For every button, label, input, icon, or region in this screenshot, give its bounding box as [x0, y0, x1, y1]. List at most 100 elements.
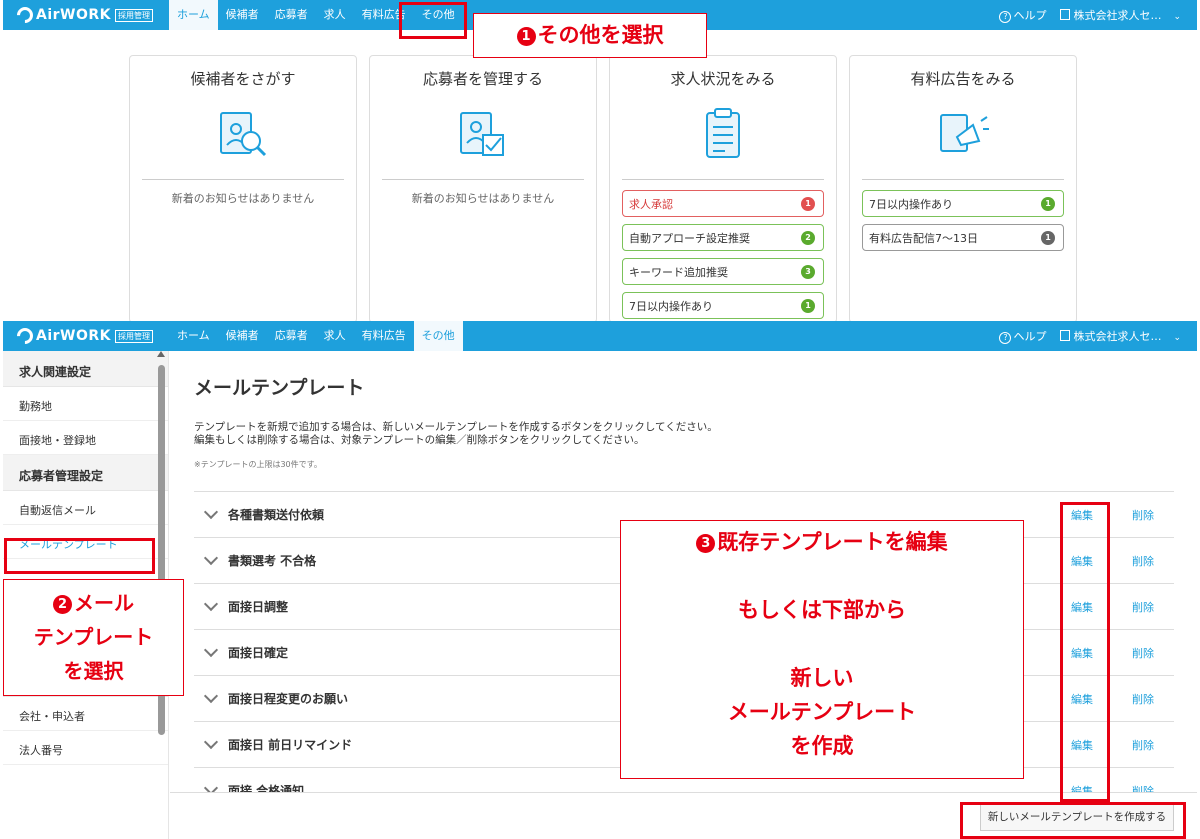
description-line-2: 編集もしくは削除する場合は、対象テンプレートの編集／削除ボタンをクリックしてくだ… — [194, 434, 645, 446]
nav-tab[interactable]: 応募者 — [267, 0, 316, 30]
scroll-up-icon[interactable] — [157, 351, 165, 357]
step-3-spacer — [621, 559, 1023, 593]
step-3-line-1: 既存テンプレートを編集 — [717, 530, 948, 554]
airwork-logo[interactable]: AirWORK 採用管理 — [13, 3, 169, 27]
card-title: 求人状況をみる — [670, 70, 776, 88]
page-description: テンプレートを新規で追加する場合は、新しいメールテンプレートを作成するボタンをク… — [194, 421, 718, 447]
logo-ring-icon — [13, 324, 37, 348]
card-divider — [862, 179, 1064, 180]
card-title: 候補者をさがす — [190, 70, 296, 88]
annotation-box-create-button — [960, 802, 1186, 839]
help-icon: ? — [999, 332, 1012, 344]
step-1-text: その他を選択 — [537, 23, 664, 47]
card-title: 有料広告をみる — [910, 70, 1016, 88]
sidebar-item[interactable]: 勤務地 — [3, 387, 168, 421]
dashboard-card: 有料広告をみる 7日以内操作あり 1 有料広告配信7〜13日 1 — [849, 55, 1077, 323]
sidebar-item[interactable]: 会社・申込者 — [3, 697, 168, 731]
status-count-badge: 1 — [801, 298, 815, 313]
status-label: 求人承認 — [629, 197, 673, 211]
building-icon — [1060, 330, 1071, 341]
chevron-down-icon: ⌄ — [1173, 333, 1181, 343]
logo-brand: AirWORK — [36, 7, 112, 23]
logo-tag: 採用管理 — [115, 329, 154, 343]
status-item[interactable]: 自動アプローチ設定推奨 2 — [622, 224, 824, 251]
bottom-nav-items: ホーム 候補者 応募者 求人 有料広告 その他 — [169, 321, 463, 351]
card-empty-message: 新着のお知らせはありません — [171, 192, 315, 205]
chevron-down-icon[interactable] — [203, 550, 219, 565]
delete-button[interactable]: 削除 — [1132, 553, 1154, 569]
bottom-nav-right: ? ヘルプ 株式会社求人セ… ⌄ — [999, 328, 1197, 344]
sidebar-item[interactable]: 自動返信メール — [3, 491, 168, 525]
chevron-down-icon[interactable] — [203, 504, 219, 519]
template-name[interactable]: 面接日程変更のお願い — [228, 690, 348, 707]
chevron-down-icon[interactable] — [203, 734, 219, 749]
dashboard-cards: 候補者をさがす新着のお知らせはありません 応募者を管理する新着のお知らせはありませ… — [129, 55, 1077, 323]
status-label: キーワード追加推奨 — [629, 265, 728, 279]
delete-button[interactable]: 削除 — [1132, 599, 1154, 615]
template-name[interactable]: 各種書類送付依頼 — [228, 506, 324, 523]
template-name[interactable]: 書類選考 不合格 — [228, 552, 316, 569]
page-title: メールテンプレート — [194, 377, 365, 399]
status-label: 自動アプローチ設定推奨 — [629, 231, 750, 245]
status-item[interactable]: 7日以内操作あり 1 — [622, 292, 824, 319]
nav-tab[interactable]: ホーム — [169, 0, 218, 30]
step-3-line-3: 新しい — [790, 666, 854, 690]
sidebar-item[interactable]: 面接地・登録地 — [3, 421, 168, 455]
template-name[interactable]: 面接日確定 — [228, 644, 288, 661]
nav-tab[interactable]: 応募者 — [267, 321, 316, 351]
help-link[interactable]: ? ヘルプ — [999, 7, 1046, 23]
chevron-down-icon: ⌄ — [1173, 12, 1181, 22]
status-item[interactable]: 有料広告配信7〜13日 1 — [862, 224, 1064, 251]
company-menu[interactable]: 株式会社求人セ… ⌄ — [1060, 328, 1181, 344]
nav-tab[interactable]: 候補者 — [218, 0, 267, 30]
status-label: 7日以内操作あり — [869, 197, 953, 211]
card-title: 応募者を管理する — [422, 70, 543, 88]
clipboard-list-icon — [706, 108, 740, 158]
logo-ring-icon — [13, 3, 37, 27]
chevron-down-icon[interactable] — [203, 596, 219, 611]
status-item[interactable]: キーワード追加推奨 3 — [622, 258, 824, 285]
status-count-badge: 1 — [1041, 196, 1055, 211]
delete-button[interactable]: 削除 — [1132, 507, 1154, 523]
nav-tab[interactable]: 候補者 — [218, 321, 267, 351]
nav-tab[interactable]: 求人 — [316, 0, 354, 30]
nav-tab[interactable]: ホーム — [169, 321, 218, 351]
status-item[interactable]: 7日以内操作あり 1 — [862, 190, 1064, 217]
status-count-badge: 2 — [801, 230, 815, 245]
nav-tab[interactable]: 有料広告 — [354, 321, 414, 351]
delete-button[interactable]: 削除 — [1132, 691, 1154, 707]
template-limit-note: ※テンプレートの上限は30件です。 — [194, 460, 322, 469]
airwork-logo[interactable]: AirWORK 採用管理 — [13, 324, 169, 348]
annotation-step-3: 3 既存テンプレートを編集 もしくは下部から 新しい メールテンプレート を作成 — [620, 520, 1024, 779]
delete-button[interactable]: 削除 — [1132, 737, 1154, 753]
bottom-navbar: AirWORK 採用管理 ホーム 候補者 応募者 求人 有料広告 その他 ? ヘルプ 株式会… — [3, 321, 1197, 351]
card-empty-message: 新着のお知らせはありません — [411, 192, 555, 205]
annotation-step-1: 1 その他を選択 — [473, 13, 707, 58]
help-link[interactable]: ? ヘルプ — [999, 328, 1046, 344]
sidebar-section-heading: 求人関連設定 — [3, 351, 168, 387]
sidebar-item[interactable]: 法人番号 — [3, 731, 168, 765]
step-3-number: 3 — [696, 534, 716, 553]
step-2-number: 2 — [53, 595, 72, 614]
chevron-down-icon[interactable] — [203, 688, 219, 703]
template-name[interactable]: 面接日調整 — [228, 598, 288, 615]
company-name: 株式会社求人セ… — [1073, 9, 1162, 22]
template-name[interactable]: 面接日 前日リマインド — [228, 736, 352, 753]
step-3-line-2: もしくは下部から — [738, 598, 906, 622]
step-2-line-2: テンプレート — [33, 625, 154, 649]
step-2-line-3: を選択 — [63, 659, 124, 683]
annotation-box-other-tab — [399, 2, 467, 39]
status-count-badge: 3 — [801, 264, 815, 279]
sidebar-section-heading: 応募者管理設定 — [3, 455, 168, 491]
delete-button[interactable]: 削除 — [1132, 645, 1154, 661]
nav-tab[interactable]: 求人 — [316, 321, 354, 351]
company-name: 株式会社求人セ… — [1073, 330, 1162, 343]
status-item[interactable]: 求人承認 1 — [622, 190, 824, 217]
company-menu[interactable]: 株式会社求人セ… ⌄ — [1060, 7, 1181, 23]
chevron-down-icon[interactable] — [203, 642, 219, 657]
nav-tab[interactable]: その他 — [413, 321, 463, 351]
help-label: ヘルプ — [1013, 9, 1047, 22]
card-divider — [382, 179, 584, 180]
dashboard-card: 候補者をさがす新着のお知らせはありません — [129, 55, 357, 323]
card-divider — [142, 179, 344, 180]
